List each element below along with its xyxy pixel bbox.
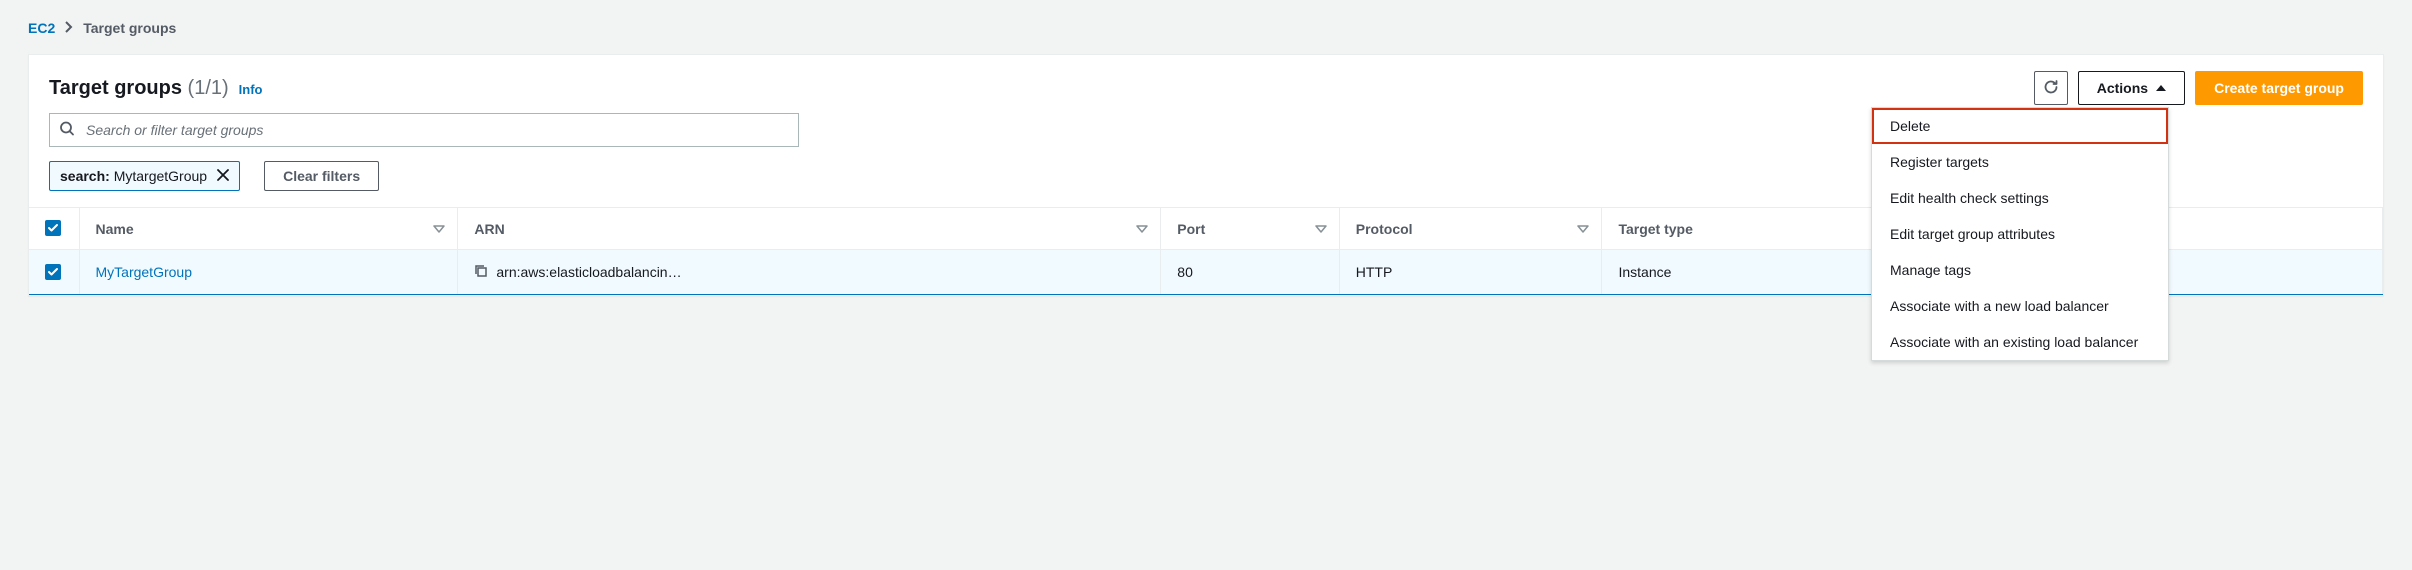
column-arn-label: ARN <box>474 221 504 237</box>
close-icon[interactable] <box>217 168 229 184</box>
clear-filters-button[interactable]: Clear filters <box>264 161 379 191</box>
refresh-icon <box>2043 79 2059 98</box>
column-target-type[interactable]: Target type <box>1602 208 1916 250</box>
filter-icon <box>1315 221 1327 237</box>
column-target-type-label: Target type <box>1618 221 1692 237</box>
column-port-label: Port <box>1177 221 1205 237</box>
row-port: 80 <box>1161 250 1339 295</box>
row-name-link[interactable]: MyTargetGroup <box>79 250 458 295</box>
title-count: (1/1) <box>188 77 229 99</box>
create-target-group-button[interactable]: Create target group <box>2195 71 2363 105</box>
filter-chip-label: search: <box>60 168 110 184</box>
menu-edit-health-check[interactable]: Edit health check settings <box>1872 180 2168 216</box>
caret-up-icon <box>2156 85 2166 91</box>
search-box <box>49 113 799 147</box>
row-checkbox[interactable] <box>45 264 61 280</box>
chevron-right-icon <box>65 20 73 36</box>
target-groups-panel: Target groups (1/1) Info Actions Create … <box>28 54 2384 296</box>
menu-associate-new-lb[interactable]: Associate with a new load balancer <box>1872 288 2168 324</box>
menu-associate-existing-lb[interactable]: Associate with an existing load balancer <box>1872 324 2168 360</box>
copy-icon[interactable] <box>474 264 488 281</box>
filter-icon <box>1577 221 1589 237</box>
filter-icon <box>433 221 445 237</box>
row-protocol: HTTP <box>1339 250 1602 295</box>
info-link[interactable]: Info <box>239 82 263 97</box>
column-checkbox <box>29 208 79 250</box>
filter-icon <box>1136 221 1148 237</box>
menu-edit-attributes[interactable]: Edit target group attributes <box>1872 216 2168 252</box>
column-name-label: Name <box>96 221 134 237</box>
title-text: Target groups <box>49 77 182 99</box>
select-all-checkbox[interactable] <box>45 220 61 236</box>
menu-delete[interactable]: Delete <box>1872 108 2168 144</box>
page-title: Target groups (1/1) <box>49 77 229 100</box>
column-protocol[interactable]: Protocol <box>1339 208 1602 250</box>
row-target-type: Instance <box>1602 250 1916 295</box>
breadcrumb: EC2 Target groups <box>28 20 2384 36</box>
column-port[interactable]: Port <box>1161 208 1339 250</box>
menu-register-targets[interactable]: Register targets <box>1872 144 2168 180</box>
breadcrumb-root[interactable]: EC2 <box>28 20 55 36</box>
row-arn-text: arn:aws:elasticloadbalancin… <box>496 264 681 280</box>
breadcrumb-current: Target groups <box>83 20 176 36</box>
filter-chip-value: MytargetGroup <box>114 168 207 184</box>
column-name[interactable]: Name <box>79 208 458 250</box>
search-input[interactable] <box>49 113 799 147</box>
filter-chip[interactable]: search: MytargetGroup <box>49 161 240 191</box>
menu-manage-tags[interactable]: Manage tags <box>1872 252 2168 288</box>
actions-dropdown: Delete Register targets Edit health chec… <box>1871 107 2169 361</box>
actions-label: Actions <box>2097 80 2148 96</box>
refresh-button[interactable] <box>2034 71 2068 105</box>
column-protocol-label: Protocol <box>1356 221 1413 237</box>
actions-button[interactable]: Actions <box>2078 71 2185 105</box>
column-arn[interactable]: ARN <box>458 208 1161 250</box>
search-icon <box>59 121 75 140</box>
